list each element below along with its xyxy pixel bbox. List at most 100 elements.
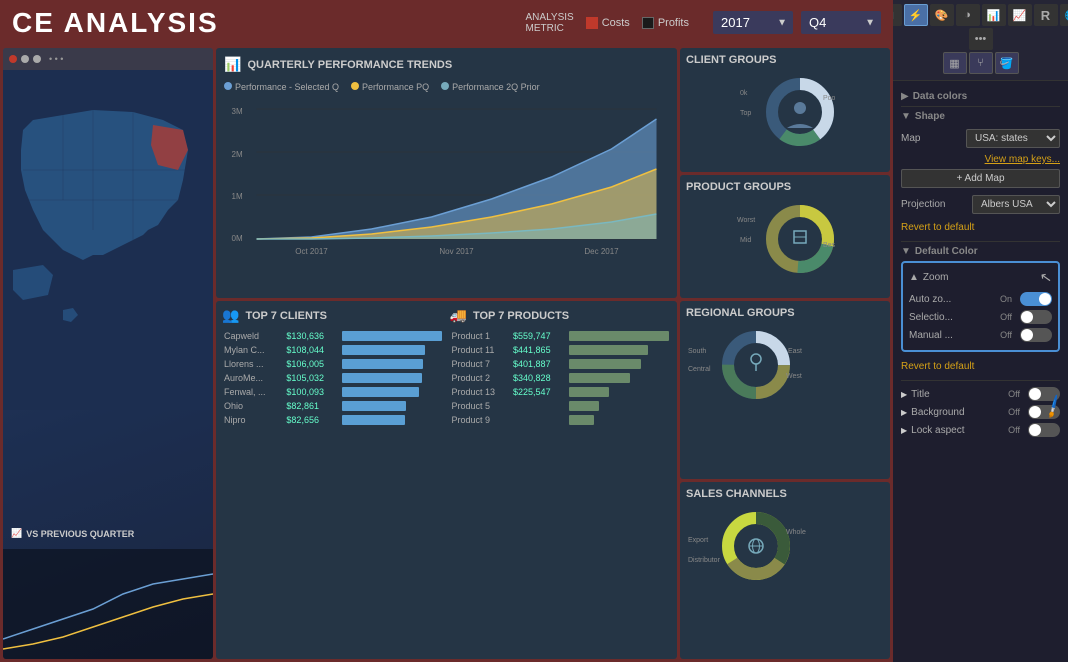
title-chevron: ▶ <box>901 390 907 399</box>
title-value: Off <box>1008 389 1020 399</box>
client-groups-panel: CLIENT GROUPS 0k Top Poor <box>680 48 890 172</box>
projection-select[interactable]: Albers USA Mercator Orthographic <box>972 195 1060 214</box>
toolbar-icon-arc[interactable]: ◑ <box>956 4 980 26</box>
legend-dot-1: Performance - Selected Q <box>224 77 339 95</box>
map-dots: • • • <box>49 54 63 64</box>
bottom-right-panels: REGIONAL GROUPS South Central E <box>680 301 890 659</box>
year-dropdown-wrapper[interactable]: 2017 2016 2018 <box>713 11 793 34</box>
table-row: Ohio $82,861 <box>224 400 442 412</box>
svg-text:0k: 0k <box>740 90 748 97</box>
data-colors-chevron: ▶ <box>901 91 909 102</box>
revert-default-1-container: Revert to default <box>901 217 1060 237</box>
add-map-button[interactable]: + Add Map <box>901 169 1060 188</box>
settings-content: ▶ Data colors ▼ Shape Map USA: states US… <box>893 81 1068 662</box>
year-dropdown[interactable]: 2017 2016 2018 <box>713 11 793 34</box>
trends-title: 📊 QUARTERLY PERFORMANCE TRENDS <box>224 56 669 73</box>
data-colors-header[interactable]: ▶ Data colors <box>901 91 1060 102</box>
shape-header[interactable]: ▼ Shape <box>901 111 1060 122</box>
quarter-dropdown-wrapper[interactable]: Q4 Q1 Q2 Q3 <box>801 11 881 34</box>
manual-value: Off <box>1000 330 1012 340</box>
title-knob <box>1029 388 1041 400</box>
quarter-dropdown[interactable]: Q4 Q1 Q2 Q3 <box>801 11 881 34</box>
top-products-title: 🚚 TOP 7 PRODUCTS <box>450 307 672 324</box>
lock-aspect-toggle[interactable] <box>1028 423 1060 437</box>
toolbar-icon-globe[interactable]: 🌐 <box>1060 4 1068 26</box>
revert-default-2-container: Revert to default <box>901 356 1060 376</box>
background-toggle[interactable] <box>1028 405 1060 419</box>
cursor-icon: ↖ <box>1039 268 1054 287</box>
projection-row: Projection Albers USA Mercator Orthograp… <box>901 192 1060 217</box>
revert-default-1[interactable]: Revert to default <box>901 220 974 235</box>
background-setting-label: Background <box>911 407 964 418</box>
toolbar-row-2: ••• <box>969 28 993 50</box>
clients-icon: 👥 <box>222 307 239 324</box>
background-knob <box>1029 406 1041 418</box>
svg-text:Top: Top <box>740 110 751 117</box>
product-donut-svg: Worst Mid Best <box>735 197 835 277</box>
auto-zoom-control: On <box>1000 292 1052 306</box>
regional-donut-container: South Central East West <box>686 323 884 403</box>
table-row: Mylan C... $108,044 <box>224 344 442 356</box>
lock-aspect-chevron: ▶ <box>901 426 907 435</box>
svg-text:Best: Best <box>823 242 835 249</box>
manual-control: Off <box>1000 328 1052 342</box>
default-color-header[interactable]: ▼ Default Color <box>901 246 1060 257</box>
toolbar-icon-format[interactable]: 🎨 <box>930 4 954 26</box>
background-row: ▶ Background Off 🖌️ <box>901 403 1060 421</box>
table-row: Llorens ... $106,005 <box>224 358 442 370</box>
toolbar-icon-chart1[interactable]: 📊 <box>982 4 1006 26</box>
costs-dot <box>586 17 598 29</box>
auto-zoom-toggle[interactable] <box>1020 292 1052 306</box>
background-chevron: ▶ <box>901 408 907 417</box>
map-panel: • • • <box>3 48 213 659</box>
toolbar-icon-r[interactable]: R <box>1034 4 1058 26</box>
settings-panel: ⊞ ⚡ 🎨 ◑ 📊 📈 R 🌐 ••• ▦ ⑂ 🪣 ▶ Data colors … <box>893 0 1068 662</box>
bottom-tables-panel: 👥 TOP 7 CLIENTS Capweld $130,636 Mylan C… <box>216 301 677 659</box>
toolbar-icon-dots[interactable]: ••• <box>969 28 993 50</box>
map-max[interactable] <box>33 55 41 63</box>
revert-default-2[interactable]: Revert to default <box>901 359 974 374</box>
lock-aspect-control: Off <box>1008 423 1060 437</box>
toolbar-icon-table[interactable]: ▦ <box>943 52 967 74</box>
map-chrome: • • • <box>3 48 213 70</box>
toolbar-icon-filter[interactable]: ⚡ <box>904 4 928 26</box>
selection-control: Off <box>1000 310 1052 324</box>
sparkline-svg <box>3 549 213 659</box>
data-colors-label: Data colors <box>913 91 967 102</box>
top-clients-title: 👥 TOP 7 CLIENTS <box>222 307 444 324</box>
projection-label: Projection <box>901 199 945 210</box>
selection-toggle[interactable] <box>1020 310 1052 324</box>
table-row: Product 13 $225,547 <box>452 386 670 398</box>
toolbar-icon-funnel[interactable]: ⑂ <box>969 52 993 74</box>
manual-toggle[interactable] <box>1020 328 1052 342</box>
background-label-wrapper: ▶ Background <box>901 407 965 418</box>
map-select[interactable]: USA: states USA: counties World <box>966 129 1060 148</box>
divider-2 <box>901 241 1060 242</box>
table-row: Fenwal, ... $100,093 <box>224 386 442 398</box>
table-row: Product 11 $441,865 <box>452 344 670 356</box>
regional-groups-title: REGIONAL GROUPS <box>686 307 884 319</box>
svg-text:Distributor: Distributor <box>688 557 721 564</box>
map-min[interactable] <box>21 55 29 63</box>
selection-row: Selectio... Off <box>909 308 1052 326</box>
client-groups-title: CLIENT GROUPS <box>686 54 884 66</box>
right-panels: CLIENT GROUPS 0k Top Poor <box>680 48 890 298</box>
header-filters: ANALYSIS METRIC Costs Profits 2017 2016 … <box>526 11 881 34</box>
map-close[interactable] <box>9 55 17 63</box>
view-map-keys-link[interactable]: View map keys... <box>985 154 1060 165</box>
trends-icon: 📊 <box>224 56 241 73</box>
svg-text:2M: 2M <box>232 150 243 159</box>
legend-dot-3: Performance 2Q Prior <box>441 77 540 95</box>
title-toggle[interactable] <box>1028 387 1060 401</box>
map-setting-row: Map USA: states USA: counties World <box>901 126 1060 151</box>
zoom-header[interactable]: ▲ Zoom ↖ <box>909 269 1052 286</box>
sales-channels-title: SALES CHANNELS <box>686 488 884 500</box>
toolbar-row-3: ▦ ⑂ 🪣 <box>943 52 1019 74</box>
zoom-label: Zoom <box>923 272 949 283</box>
regional-groups-panel: REGIONAL GROUPS South Central E <box>680 301 890 479</box>
dashboard: CE ANALYSIS ANALYSIS METRIC Costs Profit… <box>0 0 893 662</box>
toolbar-icon-bucket[interactable]: 🪣 <box>995 52 1019 74</box>
toolbar-icon-chart2[interactable]: 📈 <box>1008 4 1032 26</box>
top-products-table: Product 1 $559,747 Product 11 $441,865 P… <box>450 328 672 428</box>
toolbar-icon-grid[interactable]: ⊞ <box>893 4 902 26</box>
